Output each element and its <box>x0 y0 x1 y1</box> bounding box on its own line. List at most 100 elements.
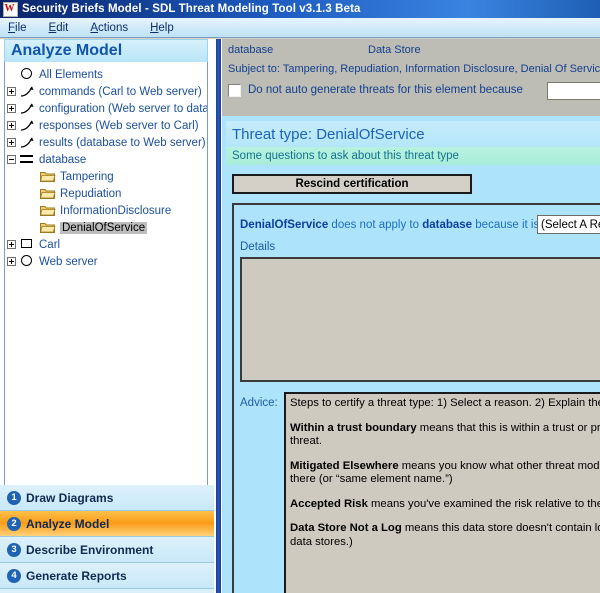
tree-item-label: configuration (Web server to datab. <box>39 103 208 115</box>
tree-item-repudiation[interactable]: Repudiation <box>7 185 207 202</box>
folder-icon <box>40 187 56 200</box>
tree-item-all-elements[interactable]: All Elements <box>7 66 207 83</box>
element-name: database <box>228 44 273 56</box>
nav-step-number: 1 <box>7 491 21 505</box>
menu-actions-accel: A <box>90 22 98 34</box>
folder-icon <box>40 204 56 217</box>
right-panel: database Data Store Subject to: Tamperin… <box>222 39 600 593</box>
app-icon-glyph: W <box>4 3 15 14</box>
collapse-icon[interactable] <box>7 155 16 164</box>
tree-spacer <box>27 172 36 181</box>
menu-help-rest: elp <box>158 22 173 34</box>
nav-step-number: 2 <box>7 517 21 531</box>
tree-item-label: responses (Web server to Carl) <box>39 120 199 132</box>
datastore-icon <box>20 153 35 166</box>
tree-item-label: Carl <box>39 239 60 251</box>
model-tree[interactable]: All Elements commands (Carl to Web server… <box>4 62 208 502</box>
expand-icon[interactable] <box>7 257 16 266</box>
menu-actions-rest: ctions <box>98 22 128 34</box>
nav-item-analyze-model[interactable]: 2 Analyze Model <box>0 511 214 537</box>
window-title: Security Briefs Model - SDL Threat Model… <box>22 3 361 15</box>
tree-item-carl[interactable]: Carl <box>7 236 207 253</box>
process-icon <box>20 255 35 268</box>
expand-icon[interactable] <box>7 240 16 249</box>
nav-item-generate-reports[interactable]: 4 Generate Reports <box>0 563 214 589</box>
tree-item-tampering[interactable]: Tampering <box>7 168 207 185</box>
circle-icon <box>20 68 35 81</box>
title-bar: W Security Briefs Model - SDL Threat Mod… <box>0 0 600 18</box>
tree-spacer <box>27 223 36 232</box>
expand-icon[interactable] <box>7 121 16 130</box>
tree-item-label: DenialOfService <box>60 222 147 234</box>
tree-item-configuration-web-server-to-datab[interactable]: configuration (Web server to datab. <box>7 100 207 117</box>
expand-icon[interactable] <box>7 104 16 113</box>
sentence-mid: does not apply to <box>331 219 419 231</box>
reason-select[interactable]: (Select A Reason) <box>537 215 600 234</box>
tree-item-database[interactable]: database <box>7 151 207 168</box>
tree-item-label: All Elements <box>39 69 103 81</box>
nav-item-label: Generate Reports <box>26 569 127 583</box>
tree-item-web-server[interactable]: Web server <box>7 253 207 270</box>
folder-icon <box>40 221 56 234</box>
menu-file-accel: F <box>8 22 15 34</box>
element-type: Data Store <box>368 44 421 56</box>
tree-spacer <box>7 70 16 79</box>
advice-paragraph: Data Store Not a Log means this data sto… <box>290 522 600 549</box>
tree-item-label: results (database to Web server) <box>39 137 206 149</box>
nav-item-label: Draw Diagrams <box>26 491 113 505</box>
details-textarea[interactable] <box>240 257 600 382</box>
nav-item-label: Describe Environment <box>26 543 153 557</box>
workflow-nav: 1 Draw Diagrams 2 Analyze Model 3 Describe En… <box>0 485 214 593</box>
menu-edit-rest: dit <box>56 22 68 34</box>
folder-icon <box>40 170 56 183</box>
advice-paragraph: Within a trust boundary means that this … <box>290 422 600 449</box>
menu-item-help[interactable]: Help <box>150 22 174 34</box>
no-auto-generate-reason-input[interactable] <box>547 82 600 100</box>
tree-item-label: database <box>39 154 86 166</box>
sentence-tail: because it is <box>475 219 539 231</box>
no-auto-generate-checkbox[interactable] <box>228 84 241 97</box>
tree-spacer <box>27 189 36 198</box>
nav-item-describe-environment[interactable]: 3 Describe Environment <box>0 537 214 563</box>
advice-paragraph: Mitigated Elsewhere means you know what … <box>290 460 600 487</box>
dataflow-arrow-icon <box>20 136 35 149</box>
splitter-bar <box>216 39 221 593</box>
external-entity-icon <box>20 238 35 251</box>
tree-spacer <box>27 206 36 215</box>
panel-splitter[interactable] <box>214 39 222 593</box>
nav-step-number: 3 <box>7 543 21 557</box>
advice-label: Advice: <box>240 397 278 409</box>
element-summary-bar: database Data Store Subject to: Tamperin… <box>222 39 600 116</box>
menu-file-rest: ile <box>15 22 27 34</box>
advice-paragraph: Accepted Risk means you've examined the … <box>290 498 600 512</box>
menu-item-edit[interactable]: Edit <box>49 22 69 34</box>
tree-item-informationdisclosure[interactable]: InformationDisclosure <box>7 202 207 219</box>
panel-accent <box>222 116 226 593</box>
rescind-certification-button[interactable]: Rescind certification <box>232 174 472 194</box>
expand-icon[interactable] <box>7 87 16 96</box>
dataflow-arrow-icon <box>20 102 35 115</box>
sentence-threat: DenialOfService <box>240 219 328 231</box>
nav-item-label: Analyze Model <box>26 517 109 531</box>
threat-type-title: Threat type: DenialOfService <box>226 121 600 147</box>
tree-item-denialofservice[interactable]: DenialOfService <box>7 219 207 236</box>
tree-item-responses-web-server-to-carl[interactable]: responses (Web server to Carl) <box>7 117 207 134</box>
no-auto-generate-label: Do not auto generate threats for this el… <box>248 84 523 96</box>
advice-paragraph: Steps to certify a threat type: 1) Selec… <box>290 397 600 411</box>
expand-icon[interactable] <box>7 138 16 147</box>
nav-step-number: 4 <box>7 569 21 583</box>
app-icon: W <box>3 2 18 17</box>
tree-item-label: commands (Carl to Web server) <box>39 86 202 98</box>
tree-item-label: Tampering <box>60 171 114 183</box>
tree-item-label: InformationDisclosure <box>60 205 171 217</box>
nav-item-draw-diagrams[interactable]: 1 Draw Diagrams <box>0 485 214 511</box>
menu-item-actions[interactable]: Actions <box>90 22 128 34</box>
tree-item-commands-carl-to-web-server[interactable]: commands (Carl to Web server) <box>7 83 207 100</box>
menu-bar: File Edit Actions Help <box>0 18 600 38</box>
menu-item-file[interactable]: File <box>8 22 27 34</box>
tree-item-results-database-to-web-server[interactable]: results (database to Web server) <box>7 134 207 151</box>
dataflow-arrow-icon <box>20 85 35 98</box>
dataflow-arrow-icon <box>20 119 35 132</box>
sentence-element: database <box>422 219 472 231</box>
threat-type-subtitle: Some questions to ask about this threat … <box>226 147 600 165</box>
